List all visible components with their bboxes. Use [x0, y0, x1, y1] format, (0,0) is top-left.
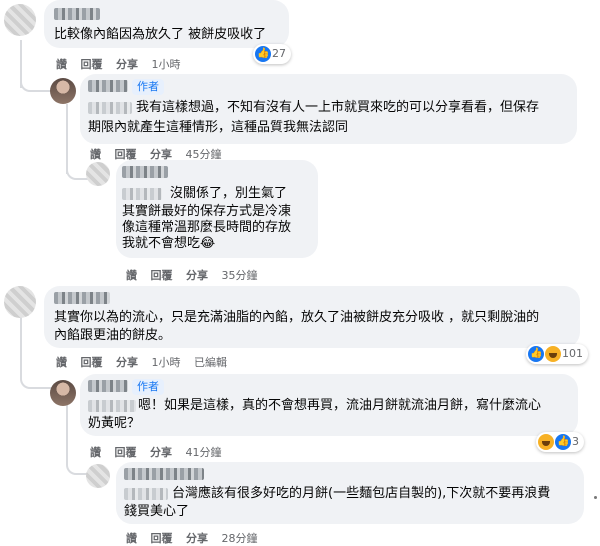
like-link[interactable]: 讚 — [56, 356, 67, 369]
avatar[interactable] — [86, 464, 110, 488]
reaction-count[interactable]: 27 — [253, 44, 291, 64]
share-link[interactable]: 分享 — [116, 58, 138, 71]
comment-bubble: 比較像內餡因為放久了 被餅皮吸收了 — [44, 0, 289, 48]
comment-text-line: 台灣應該有很多好吃的月餅(一些麵包店自製的),下次就不要再浪費 — [172, 486, 551, 501]
avatar[interactable] — [86, 162, 110, 186]
like-link[interactable]: 讚 — [90, 148, 101, 161]
share-link[interactable]: 分享 — [116, 356, 138, 369]
avatar[interactable] — [4, 286, 36, 318]
comment-text-line: 內餡跟更油的餅皮。 — [54, 328, 172, 343]
commenter-name-redacted[interactable] — [122, 166, 168, 178]
comment-actions: 讚 回覆 分享 41分鐘 — [90, 444, 232, 460]
reaction-count[interactable]: 3 — [536, 432, 584, 452]
like-link[interactable]: 讚 — [126, 532, 137, 545]
commenter-name-redacted[interactable] — [54, 292, 110, 304]
avatar[interactable] — [4, 4, 36, 36]
avatar[interactable] — [50, 380, 76, 406]
commenter-name-redacted[interactable] — [124, 468, 204, 480]
reply-link[interactable]: 回覆 — [151, 269, 173, 282]
author-badge: 作者 — [132, 79, 164, 95]
reply-link[interactable]: 回覆 — [81, 356, 103, 369]
like-icon — [255, 44, 271, 64]
commenter-name-redacted[interactable] — [88, 380, 128, 392]
commenter-name-redacted[interactable] — [54, 8, 100, 20]
thread-curve — [20, 355, 52, 389]
comment-text-line: 其實你以為的流心，只是充滿油脂的內餡，放久了油被餅皮充分吸收 ，就只剩脫油的 — [54, 310, 540, 325]
comment-actions: 讚 回覆 分享 1小時 已編輯 — [56, 354, 237, 370]
share-link[interactable]: 分享 — [186, 532, 208, 545]
like-link[interactable]: 讚 — [56, 58, 67, 71]
comment-bubble: 其實你以為的流心，只是充滿油脂的內餡，放久了油被餅皮充分吸收 ，就只剩脫油的 內… — [44, 286, 580, 348]
mention-redacted[interactable] — [124, 488, 168, 500]
comment-bubble: 作者 我有這樣想過，不知有沒有人一上市就買來吃的可以分享看看，但保存 期限內就產… — [80, 74, 577, 144]
edited-label[interactable]: 已編輯 — [194, 356, 227, 369]
reaction-count[interactable]: 101 — [526, 344, 588, 364]
thread-curve — [20, 60, 52, 92]
comment-time[interactable]: 41分鐘 — [186, 446, 222, 459]
mention-redacted[interactable] — [88, 400, 136, 412]
like-link[interactable]: 讚 — [126, 269, 137, 282]
comment-time[interactable]: 1小時 — [152, 58, 181, 71]
comment-text-line: 沒關係了，別生氣了 — [170, 186, 288, 201]
comment-text: 比較像內餡因為放久了 被餅皮吸收了 — [54, 27, 267, 42]
comment-text-line: 錢買美心了 — [124, 504, 190, 519]
reply-link[interactable]: 回覆 — [151, 532, 173, 545]
share-link[interactable]: 分享 — [150, 446, 172, 459]
comment-bubble: 沒關係了，別生氣了 其實餅最好的保存方式是冷凍 像這種常溫那麼長時間的存放 我就… — [116, 160, 318, 258]
like-icon — [528, 344, 544, 364]
comment-text-line: 期限內就產生這種情形，這種品質我無法認同 — [88, 120, 349, 135]
comment-time[interactable]: 35分鐘 — [222, 269, 258, 282]
author-badge: 作者 — [132, 379, 164, 395]
reply-link[interactable]: 回覆 — [81, 58, 103, 71]
mention-redacted[interactable] — [88, 102, 132, 114]
like-icon — [555, 432, 571, 452]
comment-bubble: 台灣應該有很多好吃的月餅(一些麵包店自製的),下次就不要再浪費 錢買美心了 — [116, 462, 584, 524]
comment-bubble: 作者 嗯！如果是這樣，真的不會想再買，流油月餅就流油月餅，寫什麼流心 奶黃呢？ — [80, 374, 578, 436]
comment-text-line: 奶黃呢？ — [88, 416, 141, 431]
haha-icon — [545, 346, 561, 362]
comment-time[interactable]: 1小時 — [152, 356, 181, 369]
like-link[interactable]: 讚 — [90, 446, 101, 459]
reply-link[interactable]: 回覆 — [115, 446, 137, 459]
haha-icon — [538, 434, 554, 450]
avatar[interactable] — [50, 78, 76, 104]
commenter-name-redacted[interactable] — [88, 80, 128, 92]
comment-actions: 讚 回覆 分享 35分鐘 — [126, 267, 268, 283]
comment-text-line: 我有這樣想過，不知有沒有人一上市就買來吃的可以分享看看，但保存 — [136, 100, 540, 115]
thread-curve — [66, 445, 88, 475]
comment-text-line: 嗯！如果是這樣，真的不會想再買，流油月餅就流油月餅，寫什麼流心 — [138, 398, 542, 413]
comment-time[interactable]: 28分鐘 — [222, 532, 258, 545]
comment-actions: 讚 回覆 分享 28分鐘 — [126, 530, 268, 546]
thread-curve — [66, 150, 88, 180]
comment-text-line: 我就不會想吃😂 — [122, 236, 216, 251]
more-options-icon[interactable] — [594, 496, 597, 499]
comment-actions: 讚 回覆 分享 1小時 — [56, 56, 191, 72]
share-link[interactable]: 分享 — [186, 269, 208, 282]
mention-redacted[interactable] — [122, 188, 162, 200]
